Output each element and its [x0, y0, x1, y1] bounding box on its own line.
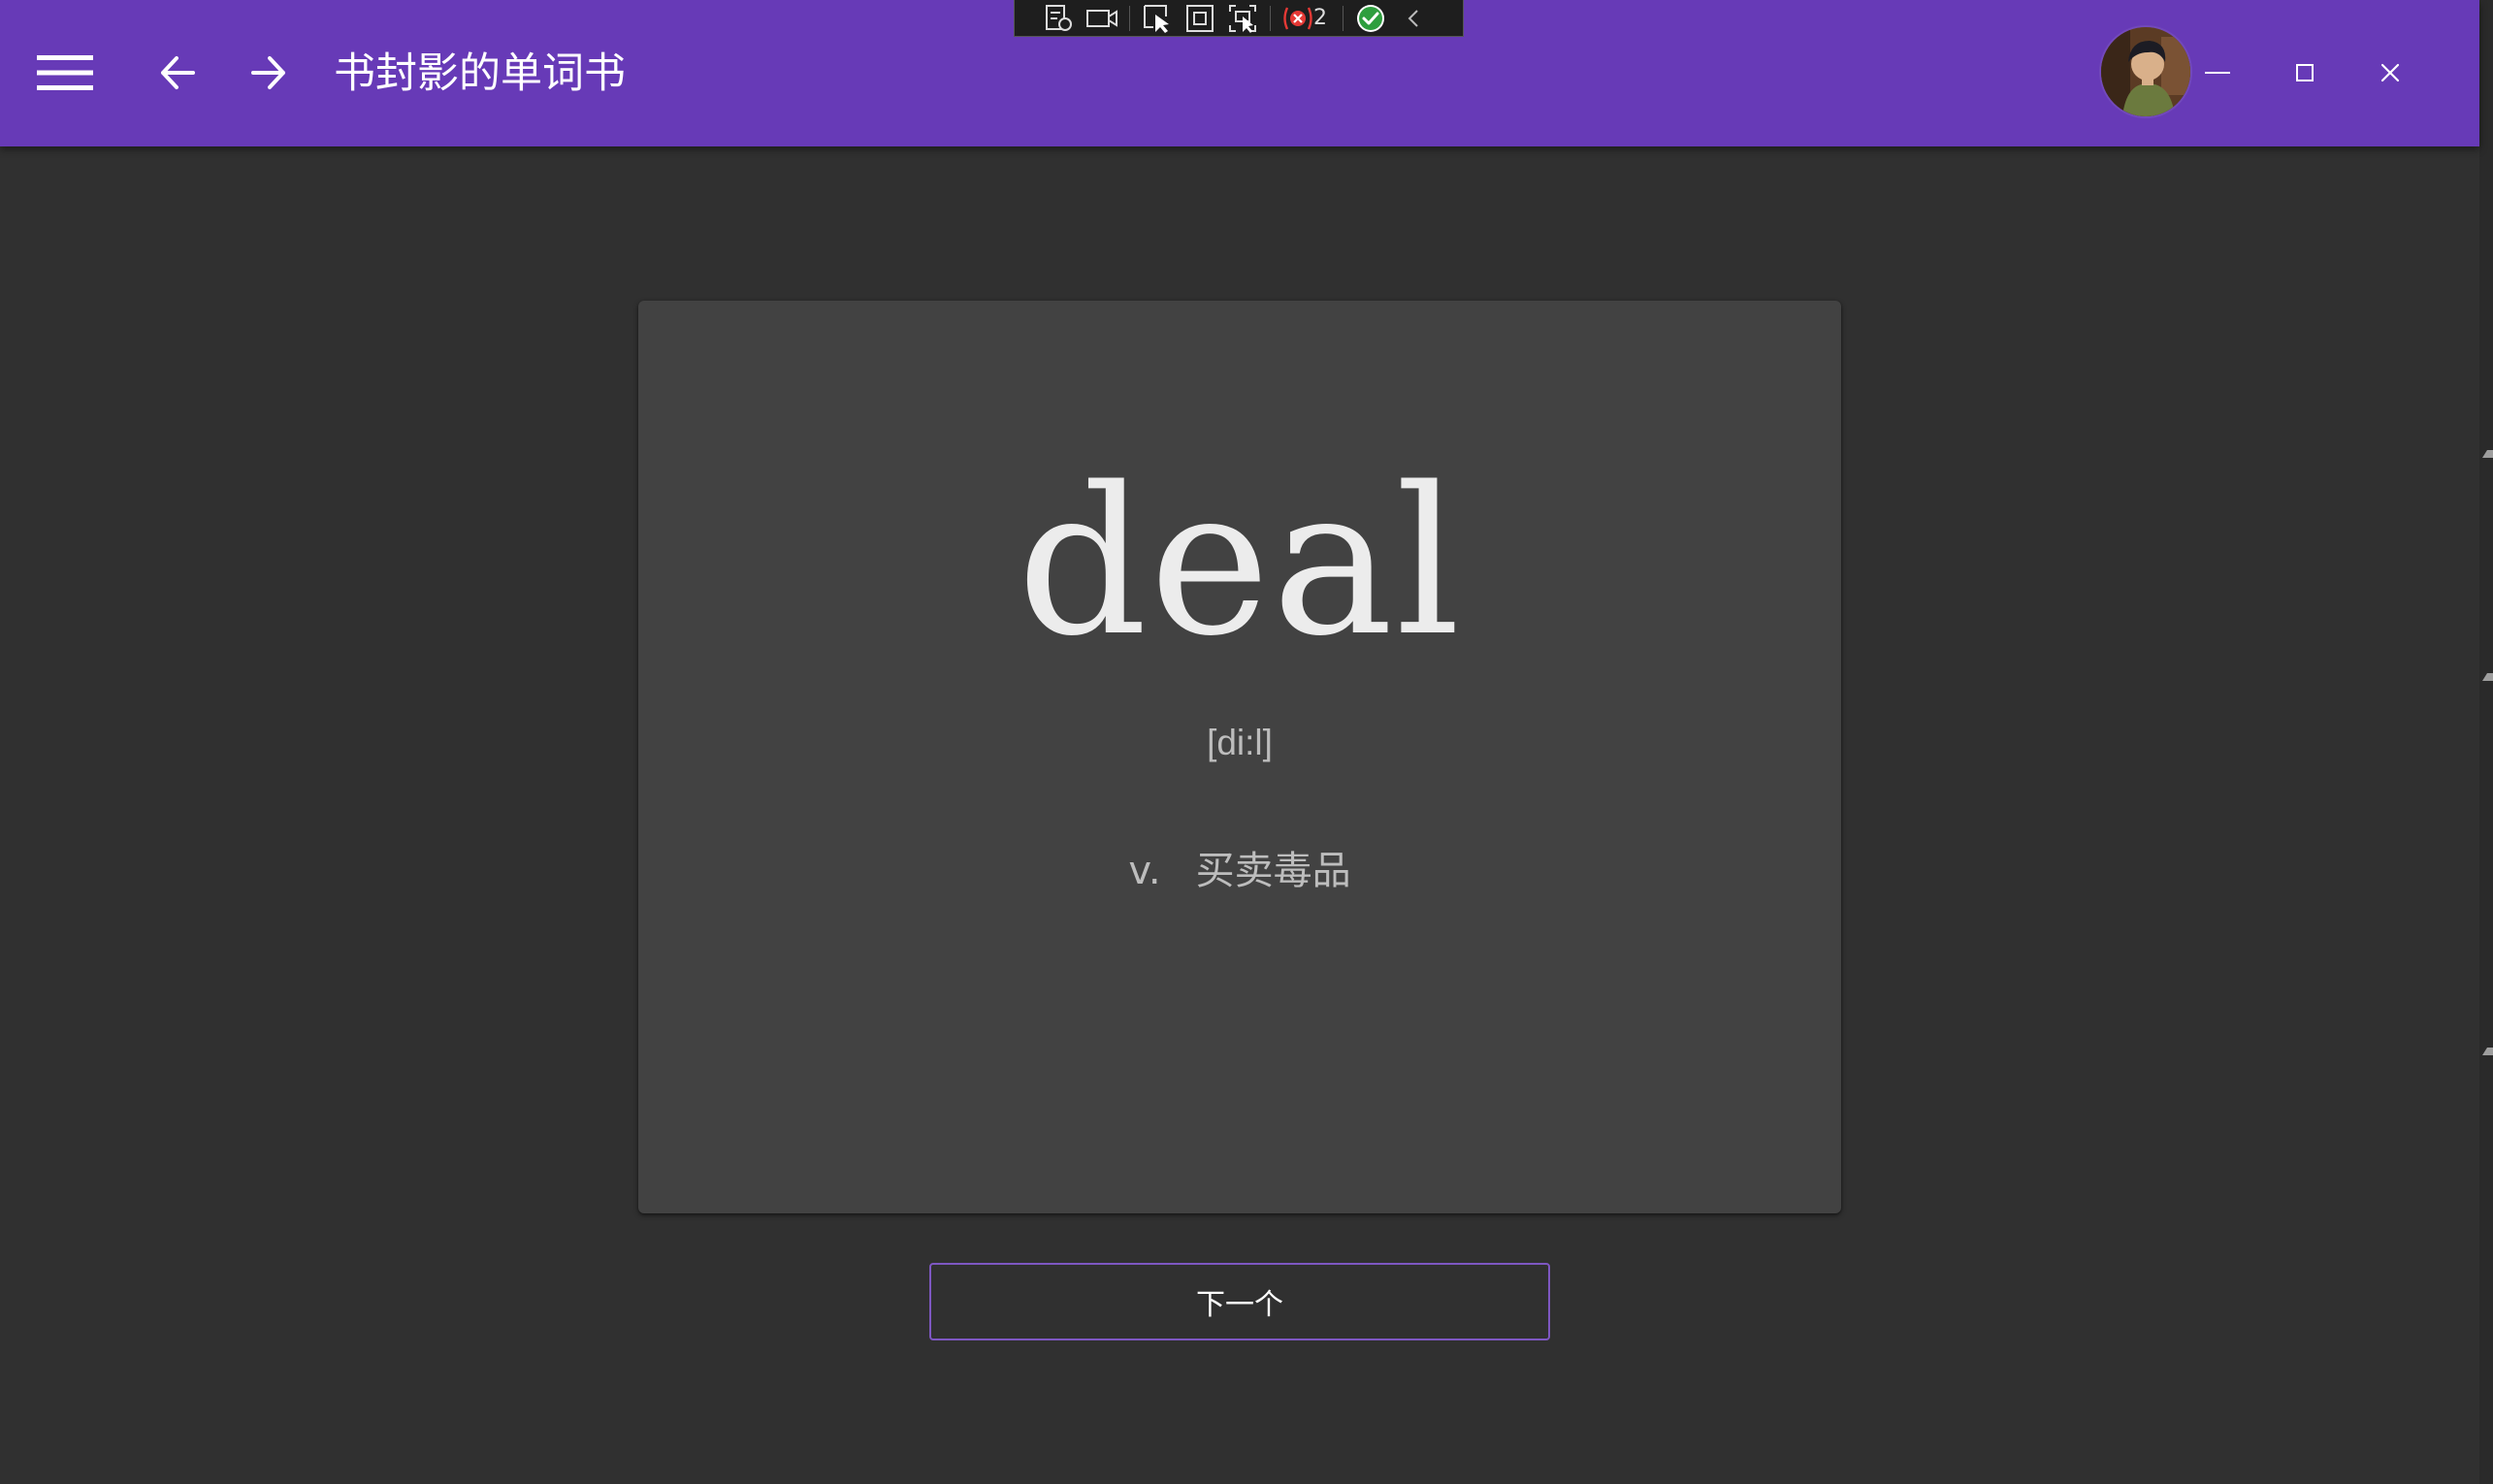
- maximize-icon: [2296, 64, 2314, 81]
- binding-failures-count: 2: [1313, 6, 1327, 30]
- collapse-toolbar-button[interactable]: [1392, 2, 1435, 35]
- next-button[interactable]: 下一个: [929, 1263, 1550, 1340]
- edge-marker: [2482, 450, 2493, 458]
- toolbar-separator: [1129, 5, 1130, 31]
- minimize-button[interactable]: [2179, 35, 2256, 111]
- hamburger-menu-icon: [37, 55, 93, 90]
- minimize-icon: [2205, 72, 2230, 74]
- track-focus-icon: [1229, 4, 1256, 33]
- phonetic-text: [di:l]: [1207, 723, 1273, 762]
- back-button[interactable]: [134, 29, 221, 116]
- select-element-icon: [1144, 4, 1169, 33]
- word-text: deal: [1017, 443, 1463, 681]
- toolbar-separator: [1343, 5, 1344, 31]
- arrow-right-icon: [251, 56, 285, 89]
- live-visual-tree-button[interactable]: [1038, 2, 1081, 35]
- track-focus-button[interactable]: [1221, 2, 1264, 35]
- right-edge-strip: [2479, 0, 2493, 1484]
- definition-row: v. 买卖毒品: [638, 842, 1841, 900]
- close-icon: [2380, 63, 2400, 82]
- toolbar-separator: [1270, 5, 1271, 31]
- word-card: deal [di:l] v. 买卖毒品: [638, 301, 1841, 1213]
- live-visual-tree-icon: [1046, 4, 1072, 31]
- edge-marker: [2482, 1048, 2493, 1055]
- video-record-icon: [1086, 9, 1117, 27]
- menu-button[interactable]: [21, 29, 109, 116]
- video-record-button[interactable]: [1081, 2, 1123, 35]
- debug-toolbar: 2: [1014, 0, 1464, 37]
- user-avatar[interactable]: [2101, 27, 2190, 116]
- avatar-image-icon: [2101, 27, 2190, 116]
- select-element-button[interactable]: [1136, 2, 1179, 35]
- maximize-button[interactable]: [2266, 35, 2344, 111]
- collapse-chevron-icon: [1408, 9, 1418, 27]
- display-layout-adorners-icon: [1186, 4, 1214, 32]
- part-of-speech: v.: [1128, 849, 1161, 893]
- edge-marker: [2482, 673, 2493, 681]
- check-icon: [1357, 4, 1384, 32]
- arrow-left-icon: [161, 56, 195, 89]
- meaning-text: 买卖毒品: [1195, 849, 1351, 893]
- forward-button[interactable]: [225, 29, 312, 116]
- display-layout-adorners-button[interactable]: [1179, 2, 1221, 35]
- app-window: 书封影的单词书 2 deal [di:l] v. 买卖毒品 下一个: [0, 0, 2479, 1484]
- close-button[interactable]: [2351, 35, 2429, 111]
- ui-check-button[interactable]: [1349, 2, 1392, 35]
- app-title: 书封影的单词书: [334, 49, 626, 98]
- binding-failures-icon: [1283, 7, 1312, 29]
